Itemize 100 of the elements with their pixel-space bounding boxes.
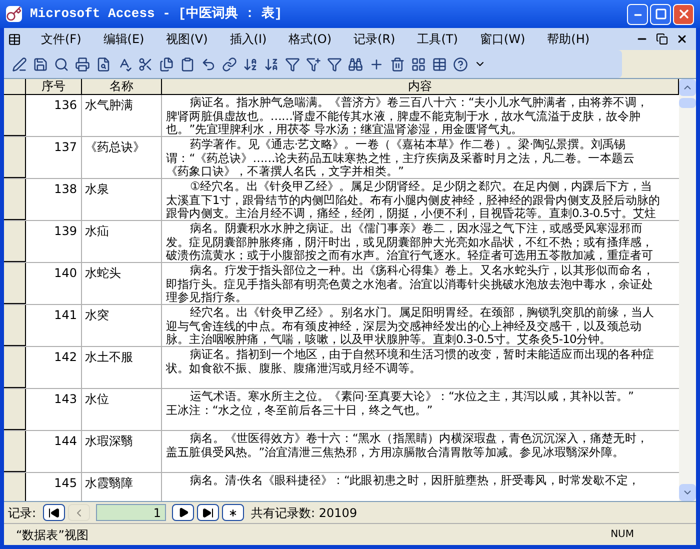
scroll-thumb[interactable]	[679, 98, 696, 108]
content-text: 病证名。指水肿气急喘满。《普济方》卷三百八十六：“夫小儿水气肿满者，由将养不调，	[189, 96, 649, 110]
search-icon[interactable]	[54, 56, 69, 72]
link-icon[interactable]	[222, 56, 237, 72]
content-text: 跟骨内侧支。主治月经不调，痛经，经闭，阴挺，小便不利，目视昏花等。直刺0.3-0.5寸。艾炷	[166, 207, 658, 220]
content-text: 盖五脏俱受风热。”治宜清泄三焦热邪，方用凉膈散合清胃散等加减。参见冰瑕翳深外障。	[166, 446, 625, 459]
content-text: 药学著作。见《通志·艺文略》。一卷（《嘉祐本草》作二卷）。梁·陶弘景撰。刘禹锡	[189, 138, 627, 152]
restore-icon[interactable]	[656, 33, 668, 45]
table-icon	[8, 32, 21, 46]
row-selector[interactable]	[4, 473, 26, 501]
record-label: 记录:	[8, 504, 36, 522]
sort-descending-icon[interactable]	[264, 56, 279, 72]
table-cell: 145	[26, 473, 82, 501]
new-record-icon[interactable]	[369, 56, 384, 72]
content-text: ①经穴名。出《针灸甲乙经》。属足少阴肾经。足少阴之郄穴。在足内侧，内踝后下方，当	[189, 180, 654, 194]
table-cell: 水突	[82, 305, 162, 346]
table-cell: 水土不服	[82, 347, 162, 388]
sort-ascending-icon[interactable]	[243, 56, 258, 72]
content-text: 运气术语。寒水所主之位。《素问·至真要大论》：“水位之主，其泻以咸，其补以苦。”	[189, 390, 635, 404]
vertical-scrollbar[interactable]	[679, 79, 696, 501]
help-icon[interactable]	[453, 56, 468, 72]
table-cell: 水蛇头	[82, 263, 162, 304]
content-text: 即指疔头。症见手指头部有明亮色黄之水泡者。治宜以消毒针尖挑破水泡放去泡中毒水，余证处	[166, 278, 654, 291]
app-key-icon	[6, 6, 22, 22]
content-text: 状。如食欲不振、腹胀、腹痛泄泻或月经不调等。	[166, 362, 422, 375]
minimize-button[interactable]	[627, 4, 648, 24]
content-text: 经穴名。出《针灸甲乙经》。别名水门。属足阳明胃经。在颈部，胸锁乳突肌的前缘，当人	[189, 306, 656, 320]
num-lock-indicator: NUM	[610, 528, 634, 542]
table-cell: 140	[26, 263, 82, 304]
maximize-button[interactable]	[650, 4, 671, 24]
record-number-field[interactable]: 1	[96, 504, 166, 521]
menu-item[interactable]: 视图(V)	[158, 30, 216, 48]
table-cell: 水疝	[82, 221, 162, 262]
content-text: 病证名。指初到一个地区，由于自然环境和生活习惯的改变，暂时未能适应而出现的各种症	[189, 348, 656, 362]
table-cell: 139	[26, 221, 82, 262]
menu-item[interactable]: 编辑(E)	[95, 30, 152, 48]
content-text: 病名。清·佚名《眼科捷径》：“此眼初患之时，因肝脏壅热，肝受毒风，时常发歇不定，	[189, 474, 641, 488]
content-text: 《药象口诀》，不著撰人名氏，文字并相类。”	[166, 165, 405, 178]
content-text: 王冰注：“水之位，冬至前后各三十日，终之气也。”	[166, 404, 434, 417]
content-text: 发。症见阴囊部肿胀疼痛，阴汗时出，或见阴囊部肿大光亮如水晶状，不红不热；或有搔痒感，	[166, 236, 654, 249]
menu-item[interactable]: 工具(T)	[409, 30, 466, 48]
column-header[interactable]: 名称	[82, 79, 162, 94]
record-nav-button[interactable]	[197, 504, 220, 521]
filter-icon[interactable]	[285, 56, 300, 72]
record-count: 共有记录数: 20109	[251, 504, 358, 522]
row-selector[interactable]	[4, 137, 26, 178]
menu-item[interactable]: 格式(O)	[280, 30, 340, 48]
content-text: 病名。阴囊积水水肿之病证。出《儒门事亲》卷二，因水湿之气下注，或感受风寒湿邪而	[189, 222, 644, 236]
record-nav-button[interactable]	[43, 504, 66, 521]
close-icon[interactable]	[676, 33, 688, 45]
menu-item[interactable]: 文件(F)	[33, 30, 90, 48]
table-cell: 水位	[82, 389, 162, 430]
row-selector[interactable]	[4, 179, 26, 220]
row-selector[interactable]	[4, 347, 26, 388]
row-selector[interactable]	[4, 389, 26, 430]
paste-icon[interactable]	[180, 56, 195, 72]
menu-item[interactable]: 窗口(W)	[472, 30, 534, 48]
table-cell: 水霞翳障	[82, 473, 162, 501]
table-cell: 136	[26, 95, 82, 136]
window-title: Microsoft Access - [中医词典 : 表]	[30, 5, 282, 24]
close-button[interactable]	[673, 4, 694, 24]
table-cell: 138	[26, 179, 82, 220]
table-cell: 水气肿满	[82, 95, 162, 136]
content-text: 破溃伤流黄水；或于小腹部按之而有水声。治宜行气逐水。轻症者可选用五苓散加减，重症者可	[166, 249, 654, 262]
table-cell: 143	[26, 389, 82, 430]
row-selector[interactable]	[4, 431, 26, 472]
table-cell: 144	[26, 431, 82, 472]
filter-form-icon[interactable]	[306, 56, 321, 72]
funnel-icon[interactable]	[327, 56, 342, 72]
print-preview-icon[interactable]	[96, 56, 111, 72]
menu-item[interactable]: 帮助(H)	[539, 30, 598, 48]
table-cell: 137	[26, 137, 82, 178]
menu-item[interactable]: 插入(I)	[222, 30, 275, 48]
save-icon[interactable]	[33, 56, 48, 72]
table-cell: 水瑕深翳	[82, 431, 162, 472]
spellcheck-icon[interactable]	[117, 56, 132, 72]
record-nav-button[interactable]	[172, 504, 194, 521]
row-selector[interactable]	[4, 305, 26, 346]
table-cell: 水泉	[82, 179, 162, 220]
last-record-icon	[202, 506, 214, 518]
row-selector[interactable]	[4, 263, 26, 304]
table-cell: 《药总诀》	[82, 137, 162, 178]
binoculars-icon[interactable]	[348, 56, 363, 72]
first-record-icon	[48, 506, 60, 518]
cut-icon[interactable]	[138, 56, 153, 72]
copy-icon[interactable]	[159, 56, 174, 72]
printer-icon[interactable]	[75, 56, 90, 72]
row-selector[interactable]	[4, 221, 26, 262]
delete-record-icon[interactable]	[390, 56, 405, 72]
record-nav-button[interactable]	[222, 504, 244, 521]
content-text: 太溪直下1寸，跟骨结节的内侧凹陷处。布有小腿内侧皮神经，胫神经的跟骨内侧支及胫后动脉的	[166, 194, 662, 207]
table-cell: 142	[26, 347, 82, 388]
menu-item[interactable]: 记录(R)	[346, 30, 404, 48]
column-header[interactable]: 序号	[26, 79, 82, 94]
row-selector[interactable]	[4, 95, 26, 136]
maximize-icon	[654, 8, 666, 20]
undo-icon[interactable]	[201, 56, 216, 72]
content-text: 病名。疔发于指头部位之一种。出《疡科心得集》卷上。又名水蛇头疔，以其形似而命名，	[189, 264, 656, 278]
content-text: 脉。主治咽喉肿痛，气喘，咳嗽，以及甲状腺肿等。直刺0.3-0.5寸。艾条灸5-10分钟。	[166, 333, 612, 346]
content-text: 也。”先宜理脾利水，用茯苓 导水汤；继宜温肾渗湿，用金匮肾气丸。	[166, 123, 524, 136]
